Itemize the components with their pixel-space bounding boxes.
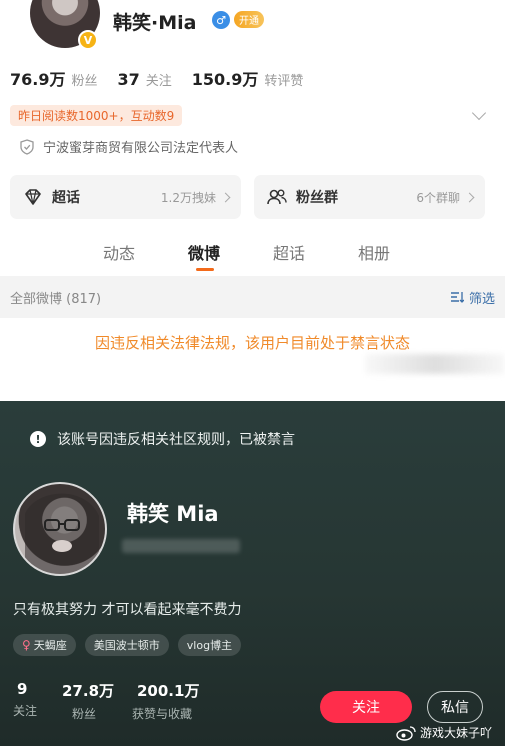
shield-icon [20, 138, 34, 155]
active-tab-indicator [196, 268, 214, 271]
profile-name: 韩笑 Mia [127, 502, 219, 526]
card-subtitle: 1.2万拽妹 [160, 190, 216, 205]
avatar[interactable] [13, 482, 107, 576]
ban-notice-text: 该账号因违反相关社区规则，已被禁言 [57, 432, 295, 448]
message-button[interactable]: 私信 [427, 691, 483, 723]
weibo-profile-panel: V 韩笑·Mia ♂ 开通 76.9万 粉丝 37 关注 150.9万 转评赞 … [0, 0, 505, 392]
tag-label: 天蝎座 [33, 639, 67, 652]
read-count-badge: 昨日阅读数1000+，互动数9 [10, 105, 183, 126]
stat-value: 27.8万 [62, 682, 115, 700]
xhs-profile-panel: ! 该账号因违反相关社区规则，已被禁言 韩笑 Mia 只有极其努力 才可以看起来… [0, 401, 505, 746]
tag-occupation[interactable]: vlog博主 [177, 634, 242, 656]
super-topic-card[interactable]: 超话 1.2万拽妹 [10, 175, 241, 219]
all-posts-bar: 全部微博 (817) 筛选 [0, 276, 505, 318]
stat-fans[interactable]: 76.9万 粉丝 [10, 66, 98, 90]
tab-album[interactable]: 相册 [358, 240, 390, 264]
profile-tags: ♀ 天蝎座 美国波士顿市 vlog博主 [13, 634, 250, 656]
company-text: 宁波蜜芽商贸有限公司法定代表人 [43, 141, 239, 156]
stat-value: 150.9万 [191, 70, 259, 89]
tab-super-topic[interactable]: 超话 [273, 240, 305, 264]
weibo-logo-icon [396, 725, 416, 741]
male-gender-icon: ♂ [212, 11, 230, 29]
stat-value: 200.1万 [137, 682, 200, 700]
tab-feed[interactable]: 动态 [103, 240, 135, 264]
group-icon [267, 189, 287, 205]
tag-label: 美国波士顿市 [93, 639, 160, 652]
filter-button[interactable]: 筛选 [450, 288, 495, 307]
weibo-watermark: 游戏大妹子吖 [396, 724, 492, 741]
fan-group-card[interactable]: 粉丝群 6个群聊 [254, 175, 485, 219]
tag-location[interactable]: 美国波士顿市 [84, 634, 169, 656]
stat-following[interactable]: 37 关注 [118, 70, 172, 89]
card-title: 粉丝群 [296, 190, 338, 206]
card-title: 超话 [52, 190, 80, 206]
vip-open-badge[interactable]: 开通 [234, 11, 264, 28]
all-posts-count: 全部微博 (817) [10, 291, 102, 307]
company-info[interactable]: 宁波蜜芽商贸有限公司法定代表人 [20, 137, 238, 156]
diamond-icon [25, 189, 41, 205]
stat-following[interactable]: 9 关注 [13, 680, 37, 719]
tab-weibo[interactable]: 微博 [188, 240, 220, 264]
chevron-right-icon [220, 192, 231, 202]
stat-label: 转评赞 [264, 74, 304, 89]
stat-label: 关注 [145, 74, 172, 89]
tag-zodiac[interactable]: ♀ 天蝎座 [13, 634, 76, 656]
filter-icon [450, 292, 464, 303]
stat-value: 37 [117, 70, 140, 89]
profile-stats: 76.9万 粉丝 37 关注 150.9万 转评赞 [10, 66, 323, 90]
profile-tabs: 动态 微博 超话 相册 [0, 232, 505, 272]
blurred-watermark [365, 354, 505, 374]
card-subtitle: 6个群聊 [416, 190, 460, 205]
stat-value: 9 [17, 680, 28, 698]
chevron-right-icon [464, 192, 475, 202]
stat-fans[interactable]: 27.8万 粉丝 [62, 680, 114, 722]
tag-label: vlog博主 [186, 639, 233, 652]
ban-notice: ! 该账号因违反相关社区规则，已被禁言 [30, 429, 295, 449]
verified-badge-icon: V [78, 30, 98, 50]
follow-button[interactable]: 关注 [320, 691, 412, 723]
profile-name: 韩笑·Mia [113, 12, 197, 34]
glasses-icon [25, 493, 99, 574]
stat-reposts-likes[interactable]: 150.9万 转评赞 [192, 66, 304, 90]
stat-label: 获赞与收藏 [132, 707, 193, 721]
stat-value: 76.9万 [10, 70, 66, 89]
info-icon: ! [30, 431, 46, 447]
female-gender-icon: ♀ [22, 638, 31, 652]
stat-likes-collects[interactable]: 200.1万 获赞与收藏 [132, 680, 200, 722]
watermark-text: 游戏大妹子吖 [420, 726, 493, 740]
stat-label: 关注 [13, 704, 38, 718]
chevron-down-icon[interactable] [471, 105, 487, 121]
profile-bio: 只有极其努力 才可以看起来毫不费力 [13, 602, 242, 618]
blurred-user-id [122, 539, 240, 553]
filter-label: 筛选 [468, 291, 495, 307]
stat-label: 粉丝 [71, 74, 98, 89]
stat-label: 粉丝 [72, 707, 97, 721]
